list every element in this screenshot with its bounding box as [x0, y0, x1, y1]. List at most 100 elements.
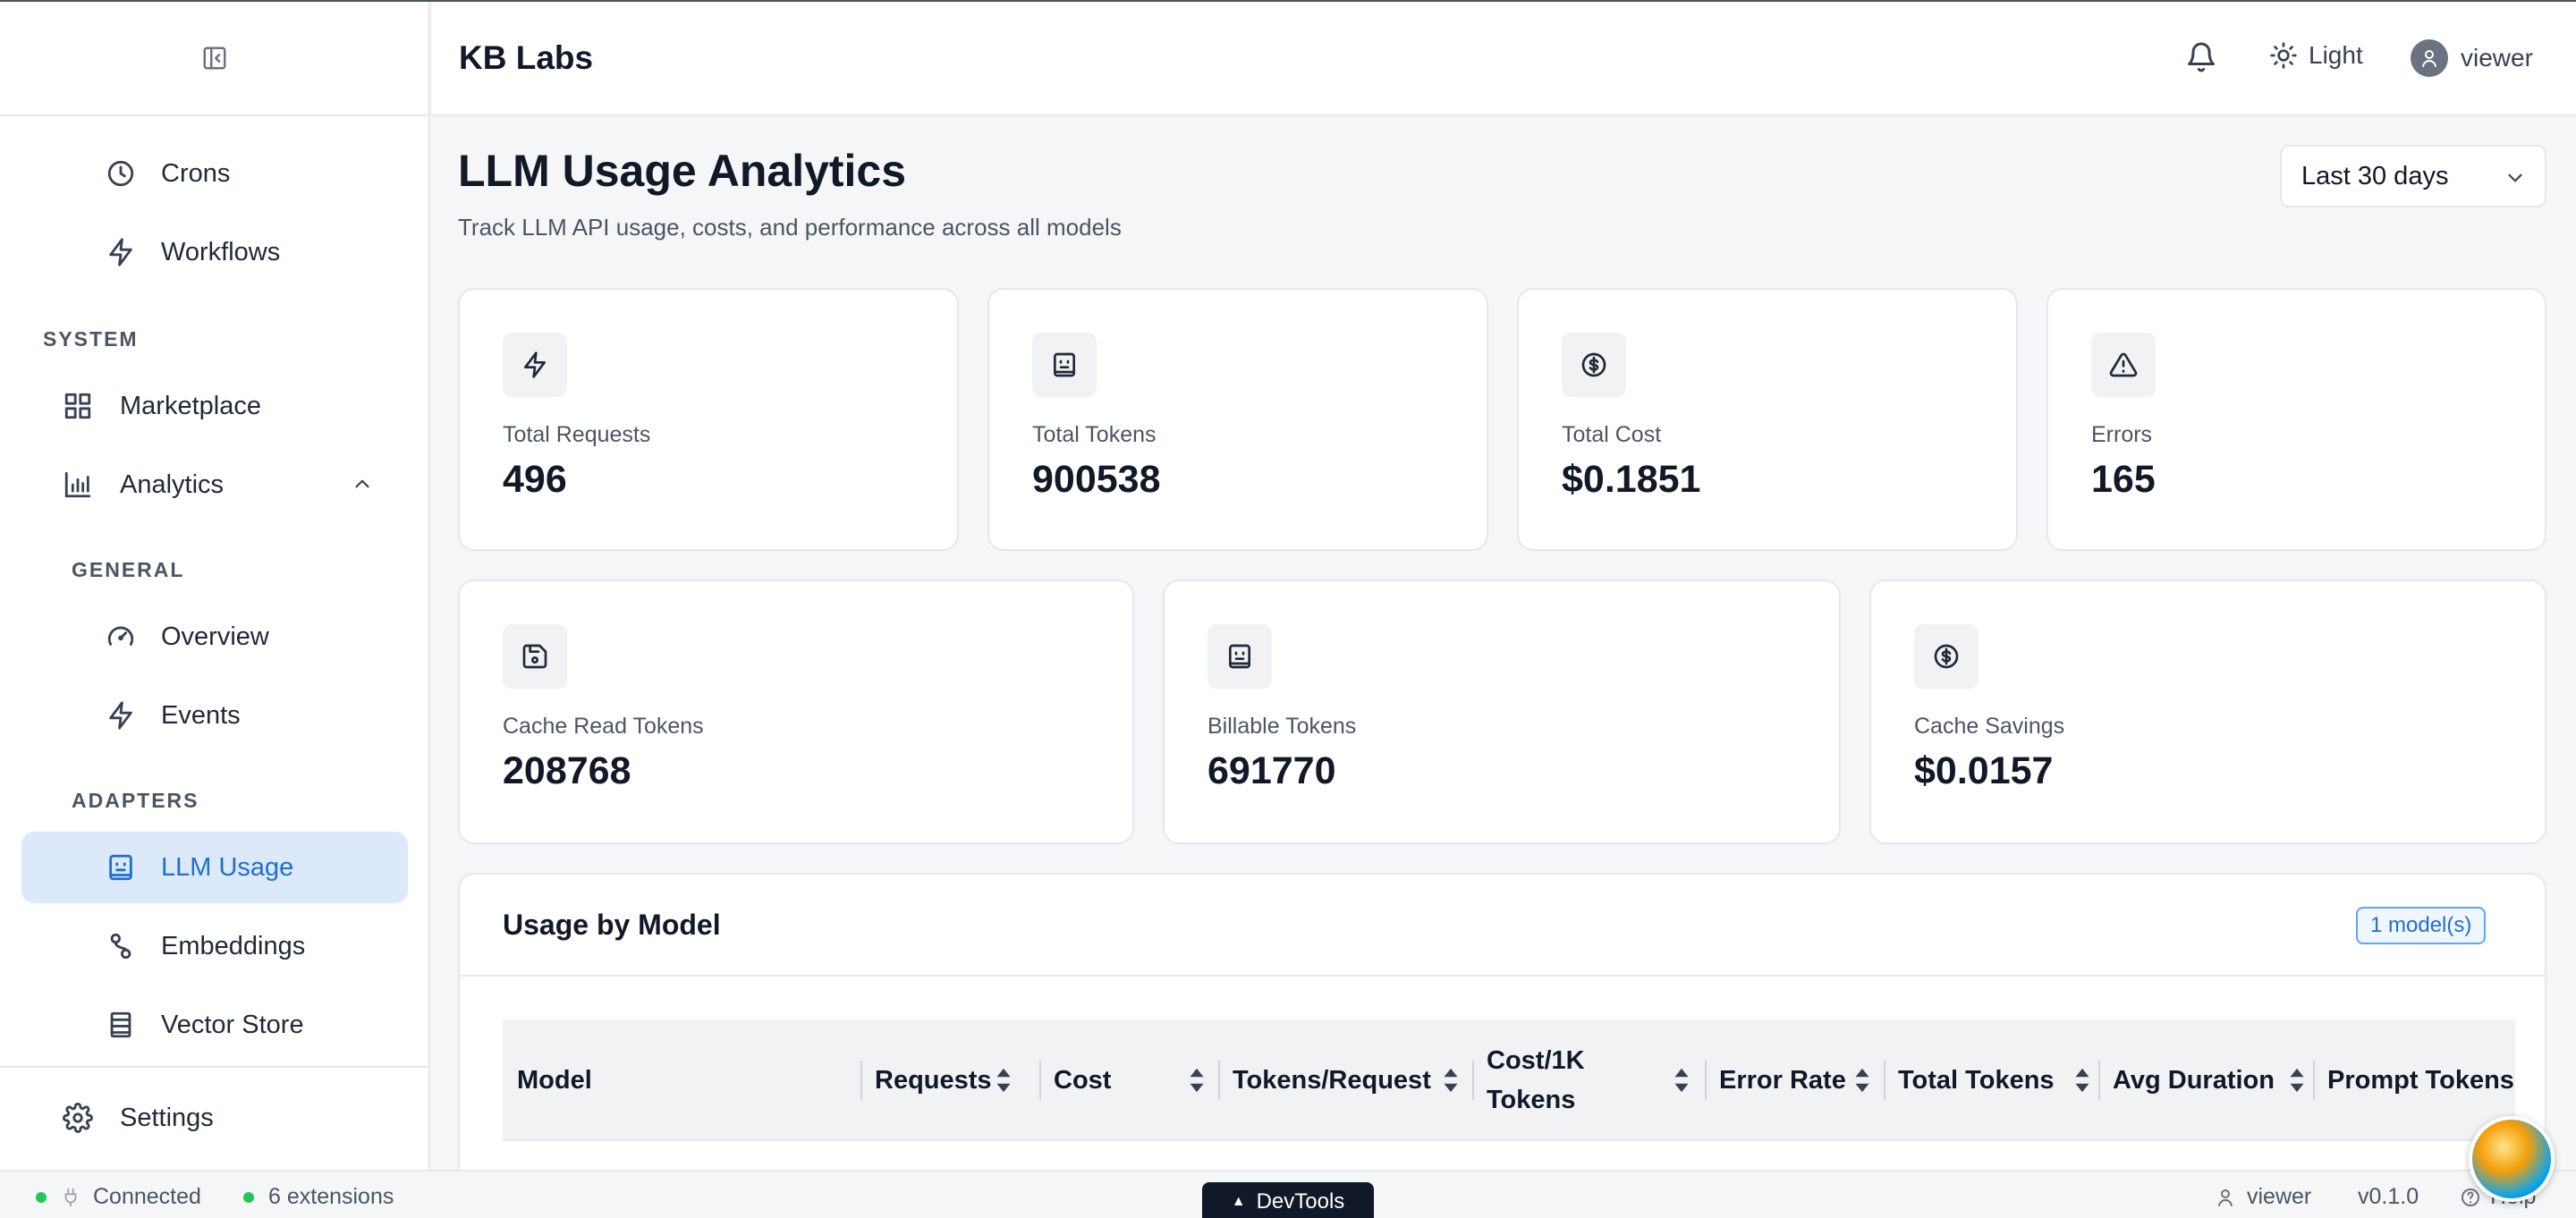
- col-separator: [1039, 1061, 1041, 1100]
- extensions-label: 6 extensions: [268, 1184, 394, 1209]
- bell-icon: [2188, 42, 2215, 72]
- stat-icon-box: [1914, 624, 1979, 689]
- col-label-line: Tokens: [1487, 1086, 1576, 1114]
- notifications-button[interactable]: [2185, 41, 2221, 77]
- sidebar-item-embeddings[interactable]: Embeddings: [106, 910, 305, 982]
- col-cost[interactable]: Cost: [1039, 1019, 1218, 1141]
- section-label-adapters: ADAPTERS: [72, 789, 199, 812]
- section-label-system: SYSTEM: [43, 327, 139, 351]
- stat-label: Billable Tokens: [1208, 714, 1357, 739]
- status-user-label: viewer: [2247, 1184, 2312, 1209]
- sun-icon: [2270, 42, 2297, 69]
- stat-icon-box: [1562, 333, 1626, 397]
- theme-toggle-button[interactable]: Light: [2269, 41, 2363, 70]
- col-requests[interactable]: Requests: [860, 1019, 1039, 1141]
- col-cost-per-1k-tokens[interactable]: Cost/1K Tokens: [1472, 1019, 1705, 1141]
- stat-label: Total Tokens: [1032, 422, 1157, 447]
- col-label: Avg Duration: [2113, 1065, 2275, 1095]
- date-range-select[interactable]: Last 30 days: [2280, 145, 2546, 207]
- status-dot: [243, 1191, 254, 1203]
- col-separator: [1705, 1061, 1707, 1100]
- sidebar-item-llm-usage[interactable]: LLM Usage: [21, 832, 408, 903]
- caret-up-icon: ▲: [1231, 1194, 1246, 1209]
- stat-card-total-cost: Total Cost $0.1851: [1517, 288, 2018, 551]
- sidebar-header: [0, 2, 428, 116]
- gear-icon: [63, 1103, 93, 1133]
- sidebar-item-label: Crons: [161, 158, 231, 188]
- assistant-fab-button[interactable]: [2469, 1116, 2555, 1202]
- dollar-circle-icon: [1934, 644, 1959, 669]
- col-model[interactable]: Model: [503, 1019, 860, 1141]
- status-bar: Connected 6 extensions ▲ DevTools viewer…: [0, 1170, 2576, 1218]
- sidebar-item-crons[interactable]: Crons: [106, 138, 230, 209]
- brand-title: KB Labs: [459, 39, 594, 76]
- sidebar-item-marketplace[interactable]: Marketplace: [63, 370, 261, 442]
- stat-icon-box: [1208, 624, 1272, 689]
- bot-icon: [109, 854, 132, 881]
- user-menu-button[interactable]: viewer: [2411, 39, 2533, 77]
- stat-icon-box: [2091, 333, 2156, 397]
- sidebar-item-settings[interactable]: Settings: [63, 1082, 214, 1154]
- stat-label: Cache Read Tokens: [503, 714, 704, 739]
- bot-icon: [1229, 644, 1250, 669]
- theme-label: Light: [2309, 41, 2363, 69]
- panel-left-icon: [203, 47, 225, 70]
- stat-value: $0.0157: [1914, 749, 2054, 792]
- page-title: LLM Usage Analytics: [458, 146, 907, 196]
- stat-card-cache-read-tokens: Cache Read Tokens 208768: [458, 579, 1134, 844]
- sidebar-item-events[interactable]: Events: [106, 680, 241, 751]
- bar-chart-icon: [64, 471, 91, 498]
- col-error-rate[interactable]: Error Rate: [1705, 1019, 1884, 1141]
- alert-triangle-icon: [2109, 352, 2138, 377]
- table-header: Model Requests Cost Tokens/Request Cost/…: [503, 1019, 2515, 1141]
- version-label: v0.1.0: [2358, 1184, 2419, 1209]
- stat-value: 496: [503, 458, 567, 501]
- zap-icon: [109, 238, 132, 266]
- col-label: Prompt Tokens: [2327, 1065, 2514, 1095]
- sidebar-item-vector-store[interactable]: Vector Store: [106, 989, 304, 1061]
- sidebar-item-analytics[interactable]: Analytics: [63, 449, 402, 520]
- zap-icon: [524, 351, 546, 378]
- sidebar-collapse-button[interactable]: [197, 40, 233, 76]
- stat-value: $0.1851: [1562, 458, 1701, 501]
- usage-title: Usage by Model: [503, 909, 721, 941]
- sort-icon: [1444, 1068, 1458, 1093]
- section-label-general: GENERAL: [72, 558, 185, 581]
- stat-label: Errors: [2091, 422, 2153, 447]
- save-icon: [522, 644, 547, 669]
- sidebar-item-overview[interactable]: Overview: [106, 601, 269, 672]
- connection-label: Connected: [93, 1184, 201, 1209]
- col-label: Requests: [875, 1065, 992, 1095]
- page-subtitle: Track LLM API usage, costs, and performa…: [458, 214, 1122, 241]
- bot-icon: [1054, 352, 1075, 377]
- col-prompt-tokens[interactable]: Prompt Tokens: [2313, 1019, 2515, 1141]
- grid-icon: [64, 393, 91, 419]
- devtools-label: DevTools: [1256, 1189, 1345, 1214]
- col-total-tokens[interactable]: Total Tokens: [1884, 1019, 2098, 1141]
- col-avg-duration[interactable]: Avg Duration: [2098, 1019, 2313, 1141]
- col-label-line: Cost/1K: [1487, 1046, 1585, 1075]
- sort-icon: [996, 1068, 1011, 1093]
- status-user[interactable]: viewer: [2215, 1184, 2311, 1210]
- zap-icon: [109, 701, 132, 730]
- sort-icon: [2075, 1068, 2089, 1093]
- sidebar-item-label: Overview: [161, 622, 269, 651]
- extensions-status[interactable]: 6 extensions: [243, 1184, 394, 1210]
- sort-icon: [2290, 1068, 2304, 1093]
- stat-card-billable-tokens: Billable Tokens 691770: [1163, 579, 1841, 844]
- stat-value: 900538: [1032, 458, 1161, 501]
- stat-card-cache-savings: Cache Savings $0.0157: [1869, 579, 2546, 844]
- stat-value: 691770: [1208, 749, 1336, 792]
- user-icon: [2218, 1188, 2233, 1206]
- usage-divider: [460, 975, 2545, 977]
- col-tokens-per-request[interactable]: Tokens/Request: [1218, 1019, 1472, 1141]
- sort-icon: [1855, 1068, 1869, 1093]
- sidebar-item-workflows[interactable]: Workflows: [106, 216, 280, 288]
- help-circle-icon: [2462, 1188, 2479, 1206]
- stat-icon-box: [503, 624, 567, 689]
- sidebar-divider: [0, 1066, 428, 1068]
- devtools-toggle-button[interactable]: ▲ DevTools: [1202, 1182, 1374, 1218]
- sidebar-item-label: Embeddings: [161, 931, 306, 960]
- stat-icon-box: [503, 333, 567, 397]
- chevron-down-icon: [2508, 173, 2522, 182]
